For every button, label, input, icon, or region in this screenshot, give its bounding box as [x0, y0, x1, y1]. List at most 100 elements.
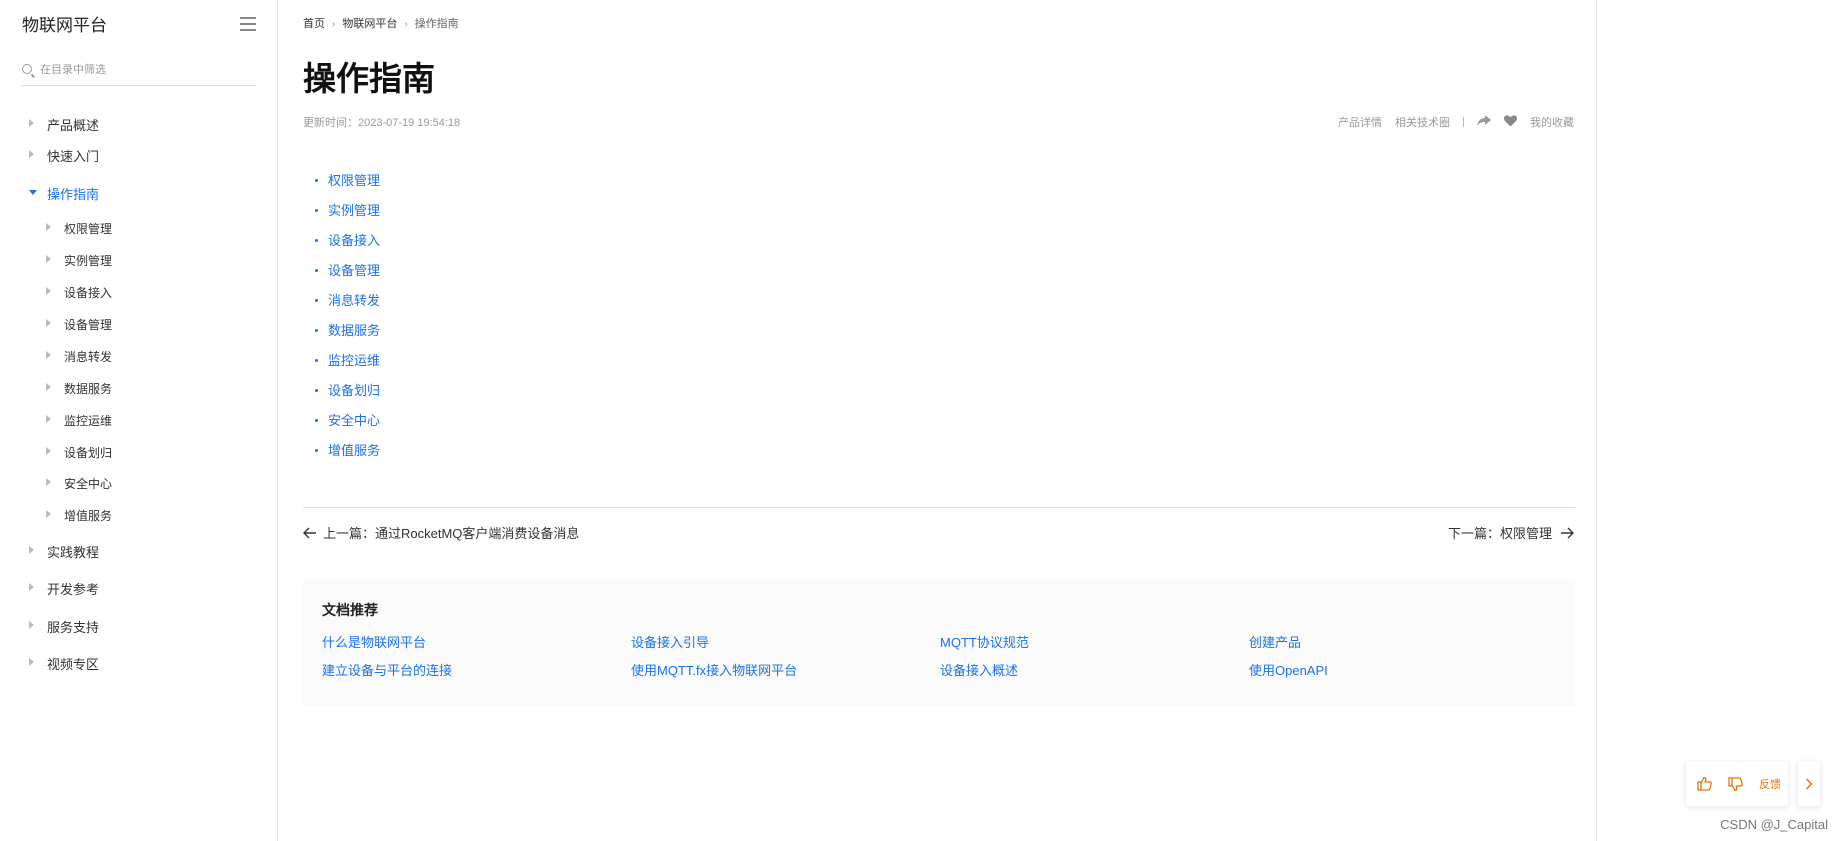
caret-right-icon [46, 223, 51, 231]
sidebar-subitem-device-access[interactable]: 设备接入 [0, 276, 277, 306]
caret-right-icon [46, 287, 51, 295]
sidebar-subitem-instance[interactable]: 实例管理 [0, 244, 277, 274]
recommend-link[interactable]: 设备接入概述 [940, 660, 1018, 679]
recommend-link[interactable]: 创建产品 [1249, 632, 1301, 651]
doc-recommendations: 文档推荐 什么是物联网平台 设备接入引导 MQTT协议规范 创建产品 建立设备与… [303, 580, 1575, 706]
caret-right-icon [46, 319, 51, 327]
sidebar-item-label: 快速入门 [47, 149, 100, 164]
caret-right-icon [46, 510, 51, 518]
sidebar-item-product-overview[interactable]: 产品概述 [0, 108, 277, 138]
breadcrumb-current: 操作指南 [414, 18, 459, 30]
caret-right-icon [29, 621, 34, 629]
chevron-right-icon: › [404, 19, 408, 30]
breadcrumb: 首页 › 物联网平台 › 操作指南 [303, 15, 459, 31]
feedback-expand-button[interactable] [1798, 762, 1820, 806]
recommend-link[interactable]: 使用OpenAPI [1249, 660, 1328, 679]
caret-right-icon [46, 447, 51, 455]
breadcrumb-parent[interactable]: 物联网平台 [342, 15, 397, 31]
thumbs-down-icon[interactable] [1727, 775, 1745, 793]
toc-link[interactable]: 数据服务 [328, 323, 380, 338]
list-item: 安全中心 [315, 410, 380, 440]
filter-input[interactable] [40, 60, 250, 80]
sidebar-subitem-message-forward[interactable]: 消息转发 [0, 340, 277, 370]
caret-right-icon [46, 383, 51, 391]
breadcrumb-home[interactable]: 首页 [303, 15, 325, 31]
sidebar-subitem-device-management[interactable]: 设备管理 [0, 308, 277, 338]
sidebar: 物联网平台 产品概述 快速入门 操作指南 权限管理 [0, 0, 278, 841]
arrow-right-icon [1561, 527, 1574, 538]
caret-right-icon [46, 351, 51, 359]
sidebar-item-label: 监控运维 [64, 414, 113, 428]
recommend-link[interactable]: 设备接入引导 [631, 632, 709, 651]
caret-right-icon [29, 546, 34, 554]
toc-link[interactable]: 设备划归 [328, 383, 380, 398]
sidebar-subitem-monitoring[interactable]: 监控运维 [0, 404, 277, 434]
page-actions: 产品详情 相关技术圈 我的收藏 [1325, 114, 1574, 130]
toc-link[interactable]: 设备管理 [328, 263, 380, 278]
toc-link[interactable]: 设备接入 [328, 233, 380, 248]
sidebar-item-support[interactable]: 服务支持 [0, 610, 277, 640]
toc-link[interactable]: 监控运维 [328, 353, 380, 368]
divider [1463, 117, 1464, 127]
sidebar-item-label: 服务支持 [47, 620, 100, 635]
sidebar-subitem-security-center[interactable]: 安全中心 [0, 467, 277, 497]
watermark: CSDN @J_Capital [1720, 817, 1828, 832]
product-detail-link[interactable]: 产品详情 [1338, 114, 1382, 130]
list-item: 数据服务 [315, 320, 380, 350]
toc-link[interactable]: 安全中心 [328, 413, 380, 428]
main-content: 首页 › 物联网平台 › 操作指南 操作指南 更新时间：2023-07-19 19:54… [279, 0, 1597, 841]
recommend-link[interactable]: 什么是物联网平台 [322, 632, 426, 651]
prev-article-link[interactable]: 上一篇：通过RocketMQ客户端消费设备消息 [303, 523, 579, 542]
search-icon [22, 64, 32, 74]
related-tech-link[interactable]: 相关技术圈 [1395, 114, 1450, 130]
sidebar-item-label: 增值服务 [64, 509, 113, 523]
menu-icon[interactable] [240, 17, 256, 31]
toc-link[interactable]: 消息转发 [328, 293, 380, 308]
page-title: 操作指南 [303, 60, 435, 97]
caret-right-icon [46, 415, 51, 423]
arrow-left-icon [303, 527, 316, 538]
list-item: 设备管理 [315, 260, 380, 290]
sidebar-subitem-data-service[interactable]: 数据服务 [0, 372, 277, 402]
sidebar-item-label: 视频专区 [47, 657, 100, 672]
sidebar-item-label: 权限管理 [64, 222, 113, 236]
share-icon[interactable] [1477, 114, 1491, 130]
list-item: 消息转发 [315, 290, 380, 320]
heart-icon[interactable] [1504, 114, 1517, 130]
caret-right-icon [29, 150, 34, 158]
sidebar-item-operation-guide[interactable]: 操作指南 [0, 177, 277, 207]
list-item: 权限管理 [315, 170, 380, 200]
my-favorites-link[interactable]: 我的收藏 [1530, 114, 1574, 130]
sidebar-subitem-device-transfer[interactable]: 设备划归 [0, 436, 277, 466]
caret-right-icon [29, 119, 34, 127]
next-article-link[interactable]: 下一篇：权限管理 [1448, 523, 1574, 542]
feedback-button[interactable]: 反馈 [1759, 776, 1781, 792]
toc-link[interactable]: 实例管理 [328, 203, 380, 218]
sidebar-item-label: 安全中心 [64, 477, 113, 491]
sidebar-item-quick-start[interactable]: 快速入门 [0, 139, 277, 169]
toc-link[interactable]: 权限管理 [328, 173, 380, 188]
sidebar-subitem-value-added[interactable]: 增值服务 [0, 499, 277, 529]
list-item: 设备划归 [315, 380, 380, 410]
recommend-link[interactable]: 建立设备与平台的连接 [322, 660, 452, 679]
sidebar-header: 物联网平台 [22, 14, 256, 38]
sidebar-item-dev-reference[interactable]: 开发参考 [0, 572, 277, 602]
sidebar-item-label: 实践教程 [47, 545, 100, 560]
sidebar-title[interactable]: 物联网平台 [22, 14, 256, 38]
list-item: 增值服务 [315, 440, 380, 470]
recommend-link[interactable]: MQTT协议规范 [940, 632, 1029, 651]
thumbs-up-icon[interactable] [1696, 775, 1714, 793]
caret-right-icon [29, 658, 34, 666]
sidebar-subitem-permission[interactable]: 权限管理 [0, 212, 277, 242]
chevron-right-icon: › [332, 19, 336, 30]
chevron-right-icon [1805, 778, 1813, 790]
sidebar-item-tutorials[interactable]: 实践教程 [0, 535, 277, 565]
toc-link[interactable]: 增值服务 [328, 443, 380, 458]
sidebar-item-videos[interactable]: 视频专区 [0, 647, 277, 677]
sidebar-item-label: 实例管理 [64, 254, 113, 268]
caret-right-icon [46, 478, 51, 486]
caret-right-icon [29, 583, 34, 591]
recommend-link[interactable]: 使用MQTT.fx接入物联网平台 [631, 660, 797, 679]
sidebar-filter [22, 60, 256, 86]
sidebar-item-label: 设备接入 [64, 286, 113, 300]
